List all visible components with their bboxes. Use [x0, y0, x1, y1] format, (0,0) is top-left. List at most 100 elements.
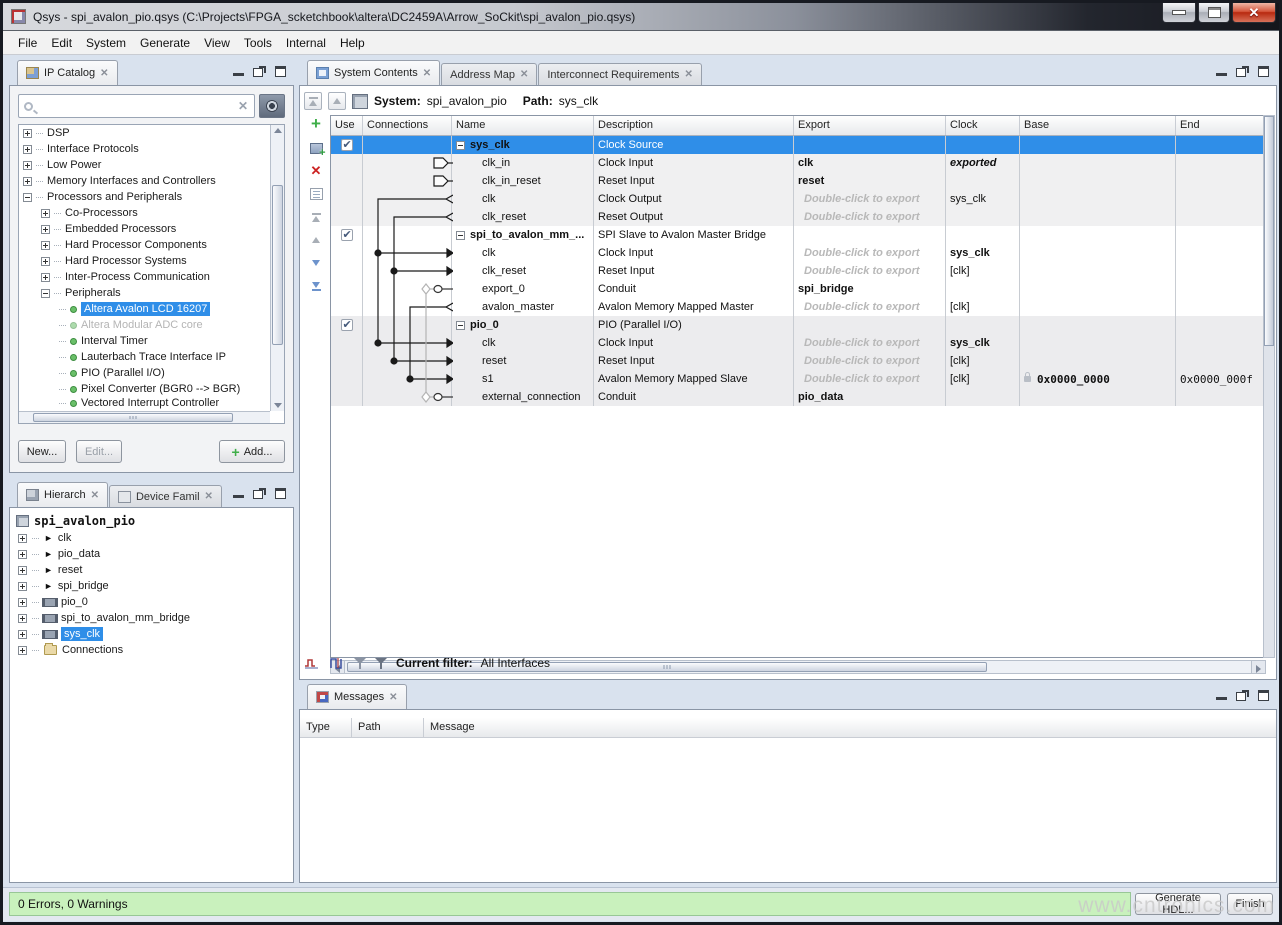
tab-close-icon[interactable]: ✕	[389, 692, 397, 703]
tree-item-embedded-processors[interactable]: Embedded Processors	[19, 221, 284, 237]
hierarchy-item-sys-clk[interactable]: sys_clk	[10, 626, 293, 642]
hierarchy-item-pio-0[interactable]: pio_0	[10, 594, 293, 610]
tree-item-low-power[interactable]: Low Power	[19, 157, 284, 173]
hierarchy-item-spi-to-avalon-mm-bridge[interactable]: spi_to_avalon_mm_bridge	[10, 610, 293, 626]
filter-value[interactable]: All Interfaces	[481, 656, 550, 670]
panel-maximize-icon[interactable]	[274, 488, 287, 499]
panel-minimize-icon[interactable]	[1215, 690, 1228, 701]
panel-maximize-icon[interactable]	[1257, 690, 1270, 701]
expander-icon[interactable]	[23, 145, 32, 154]
tree-item-processors-peripherals[interactable]: Processors and Peripherals	[19, 189, 284, 205]
table-row[interactable]: clk_reset Reset Output Double-click to e…	[331, 208, 1265, 226]
tree-item-hard-processor-systems[interactable]: Hard Processor Systems	[19, 253, 284, 269]
tab-close-icon[interactable]: ✕	[91, 490, 99, 501]
col-message[interactable]: Message	[424, 718, 1276, 737]
expander-icon[interactable]	[23, 129, 32, 138]
title-bar[interactable]: Qsys - spi_avalon_pio.qsys (C:\Projects\…	[3, 3, 1279, 31]
tab-interconnect-requirements[interactable]: Interconnect Requirements ✕	[538, 63, 701, 85]
table-row[interactable]: pio_0 PIO (Parallel I/O)	[331, 316, 1265, 334]
add-button[interactable]: Add...	[219, 440, 285, 463]
move-up-button[interactable]	[328, 92, 346, 110]
hierarchy-item-clk[interactable]: clk	[10, 530, 293, 546]
scroll-down-icon[interactable]	[274, 403, 282, 408]
collapse-icon[interactable]	[456, 141, 465, 150]
hierarchy-root[interactable]: spi_avalon_pio	[10, 512, 293, 530]
menu-file[interactable]: File	[11, 33, 44, 53]
move-down-icon[interactable]	[308, 256, 324, 270]
edit-component-icon[interactable]	[310, 188, 323, 200]
table-row[interactable]: clk Clock Input Double-click to export s…	[331, 334, 1265, 352]
tab-messages[interactable]: Messages ✕	[307, 684, 407, 709]
table-row[interactable]: avalon_master Avalon Memory Mapped Maste…	[331, 298, 1265, 316]
scrollbar-thumb[interactable]	[33, 413, 233, 422]
expander-icon[interactable]	[18, 534, 27, 543]
expander-icon[interactable]	[18, 614, 27, 623]
col-clock[interactable]: Clock	[946, 116, 1020, 135]
collapse-icon[interactable]	[456, 231, 465, 240]
col-base[interactable]: Base	[1020, 116, 1176, 135]
clear-search-icon[interactable]: ✕	[238, 99, 254, 113]
interface-wave-icon[interactable]	[329, 656, 346, 670]
table-row[interactable]: reset Reset Input Double-click to export…	[331, 352, 1265, 370]
ip-search-input[interactable]	[33, 100, 238, 112]
tab-close-icon[interactable]: ✕	[423, 68, 431, 79]
panel-float-icon[interactable]	[1236, 66, 1249, 77]
tree-item-interface-protocols[interactable]: Interface Protocols	[19, 141, 284, 157]
table-vertical-scrollbar[interactable]	[1263, 115, 1275, 658]
menu-generate[interactable]: Generate	[133, 33, 197, 53]
panel-float-icon[interactable]	[253, 66, 266, 77]
ip-settings-button[interactable]	[259, 94, 285, 118]
col-use[interactable]: Use	[331, 116, 363, 135]
tree-horizontal-scrollbar[interactable]	[19, 411, 270, 423]
hierarchy-item-connections[interactable]: Connections	[10, 642, 293, 658]
table-row[interactable]: export_0 Conduit spi_bridge	[331, 280, 1265, 298]
remove-component-icon[interactable]	[311, 162, 322, 180]
scrollbar-thumb[interactable]	[1264, 116, 1274, 346]
tree-item-inter-process-communication[interactable]: Inter-Process Communication	[19, 269, 284, 285]
col-name[interactable]: Name	[452, 116, 594, 135]
tab-close-icon[interactable]: ✕	[684, 69, 692, 80]
scroll-up-icon[interactable]	[274, 128, 282, 133]
table-row[interactable]: external_connection Conduit pio_data	[331, 388, 1265, 406]
tree-item-peripherals[interactable]: Peripherals	[19, 285, 284, 301]
table-row[interactable]: sys_clk Clock Source	[331, 136, 1265, 154]
tab-close-icon[interactable]: ✕	[205, 491, 213, 502]
tree-item-memory-interfaces[interactable]: Memory Interfaces and Controllers	[19, 173, 284, 189]
expander-icon[interactable]	[41, 241, 50, 250]
hierarchy-item-pio-data[interactable]: pio_data	[10, 546, 293, 562]
menu-internal[interactable]: Internal	[279, 33, 333, 53]
expander-icon[interactable]	[41, 209, 50, 218]
minimize-button[interactable]	[1162, 3, 1196, 23]
edit-button[interactable]: Edit...	[76, 440, 122, 463]
table-row[interactable]: clk_in Clock Input clk exported	[331, 154, 1265, 172]
ip-search-box[interactable]: ✕	[18, 94, 255, 118]
menu-tools[interactable]: Tools	[237, 33, 279, 53]
tree-item-interval-timer[interactable]: Interval Timer	[19, 333, 284, 349]
expander-icon[interactable]	[18, 550, 27, 559]
expander-icon[interactable]	[18, 582, 27, 591]
expander-icon[interactable]	[23, 177, 32, 186]
expander-icon[interactable]	[18, 630, 27, 639]
tree-item-pio-parallel-io[interactable]: PIO (Parallel I/O)	[19, 365, 284, 381]
clock-crossing-icon[interactable]	[304, 656, 321, 670]
use-checkbox[interactable]	[341, 319, 353, 331]
expander-icon[interactable]	[41, 225, 50, 234]
menu-edit[interactable]: Edit	[44, 33, 79, 53]
add-module-icon[interactable]	[310, 143, 323, 154]
tree-item-altera-modular-adc[interactable]: Altera Modular ADC core	[19, 317, 284, 333]
panel-float-icon[interactable]	[1236, 690, 1249, 701]
use-checkbox[interactable]	[341, 139, 353, 151]
tab-device-family[interactable]: Device Famil ✕	[109, 485, 222, 507]
collapse-icon[interactable]	[23, 193, 32, 202]
table-row[interactable]: s1 Avalon Memory Mapped Slave Double-cli…	[331, 370, 1265, 388]
tab-system-contents[interactable]: System Contents ✕	[307, 60, 440, 85]
tree-item-altera-avalon-lcd[interactable]: Altera Avalon LCD 16207	[19, 301, 284, 317]
col-connections[interactable]: Connections	[363, 116, 452, 135]
tree-item-pixel-converter[interactable]: Pixel Converter (BGR0 --> BGR)	[19, 381, 284, 397]
panel-float-icon[interactable]	[253, 488, 266, 499]
menu-view[interactable]: View	[197, 33, 237, 53]
expander-icon[interactable]	[18, 646, 27, 655]
col-type[interactable]: Type	[300, 718, 352, 737]
expander-icon[interactable]	[18, 598, 27, 607]
generate-hdl-button[interactable]: Generate HDL...	[1135, 893, 1221, 915]
